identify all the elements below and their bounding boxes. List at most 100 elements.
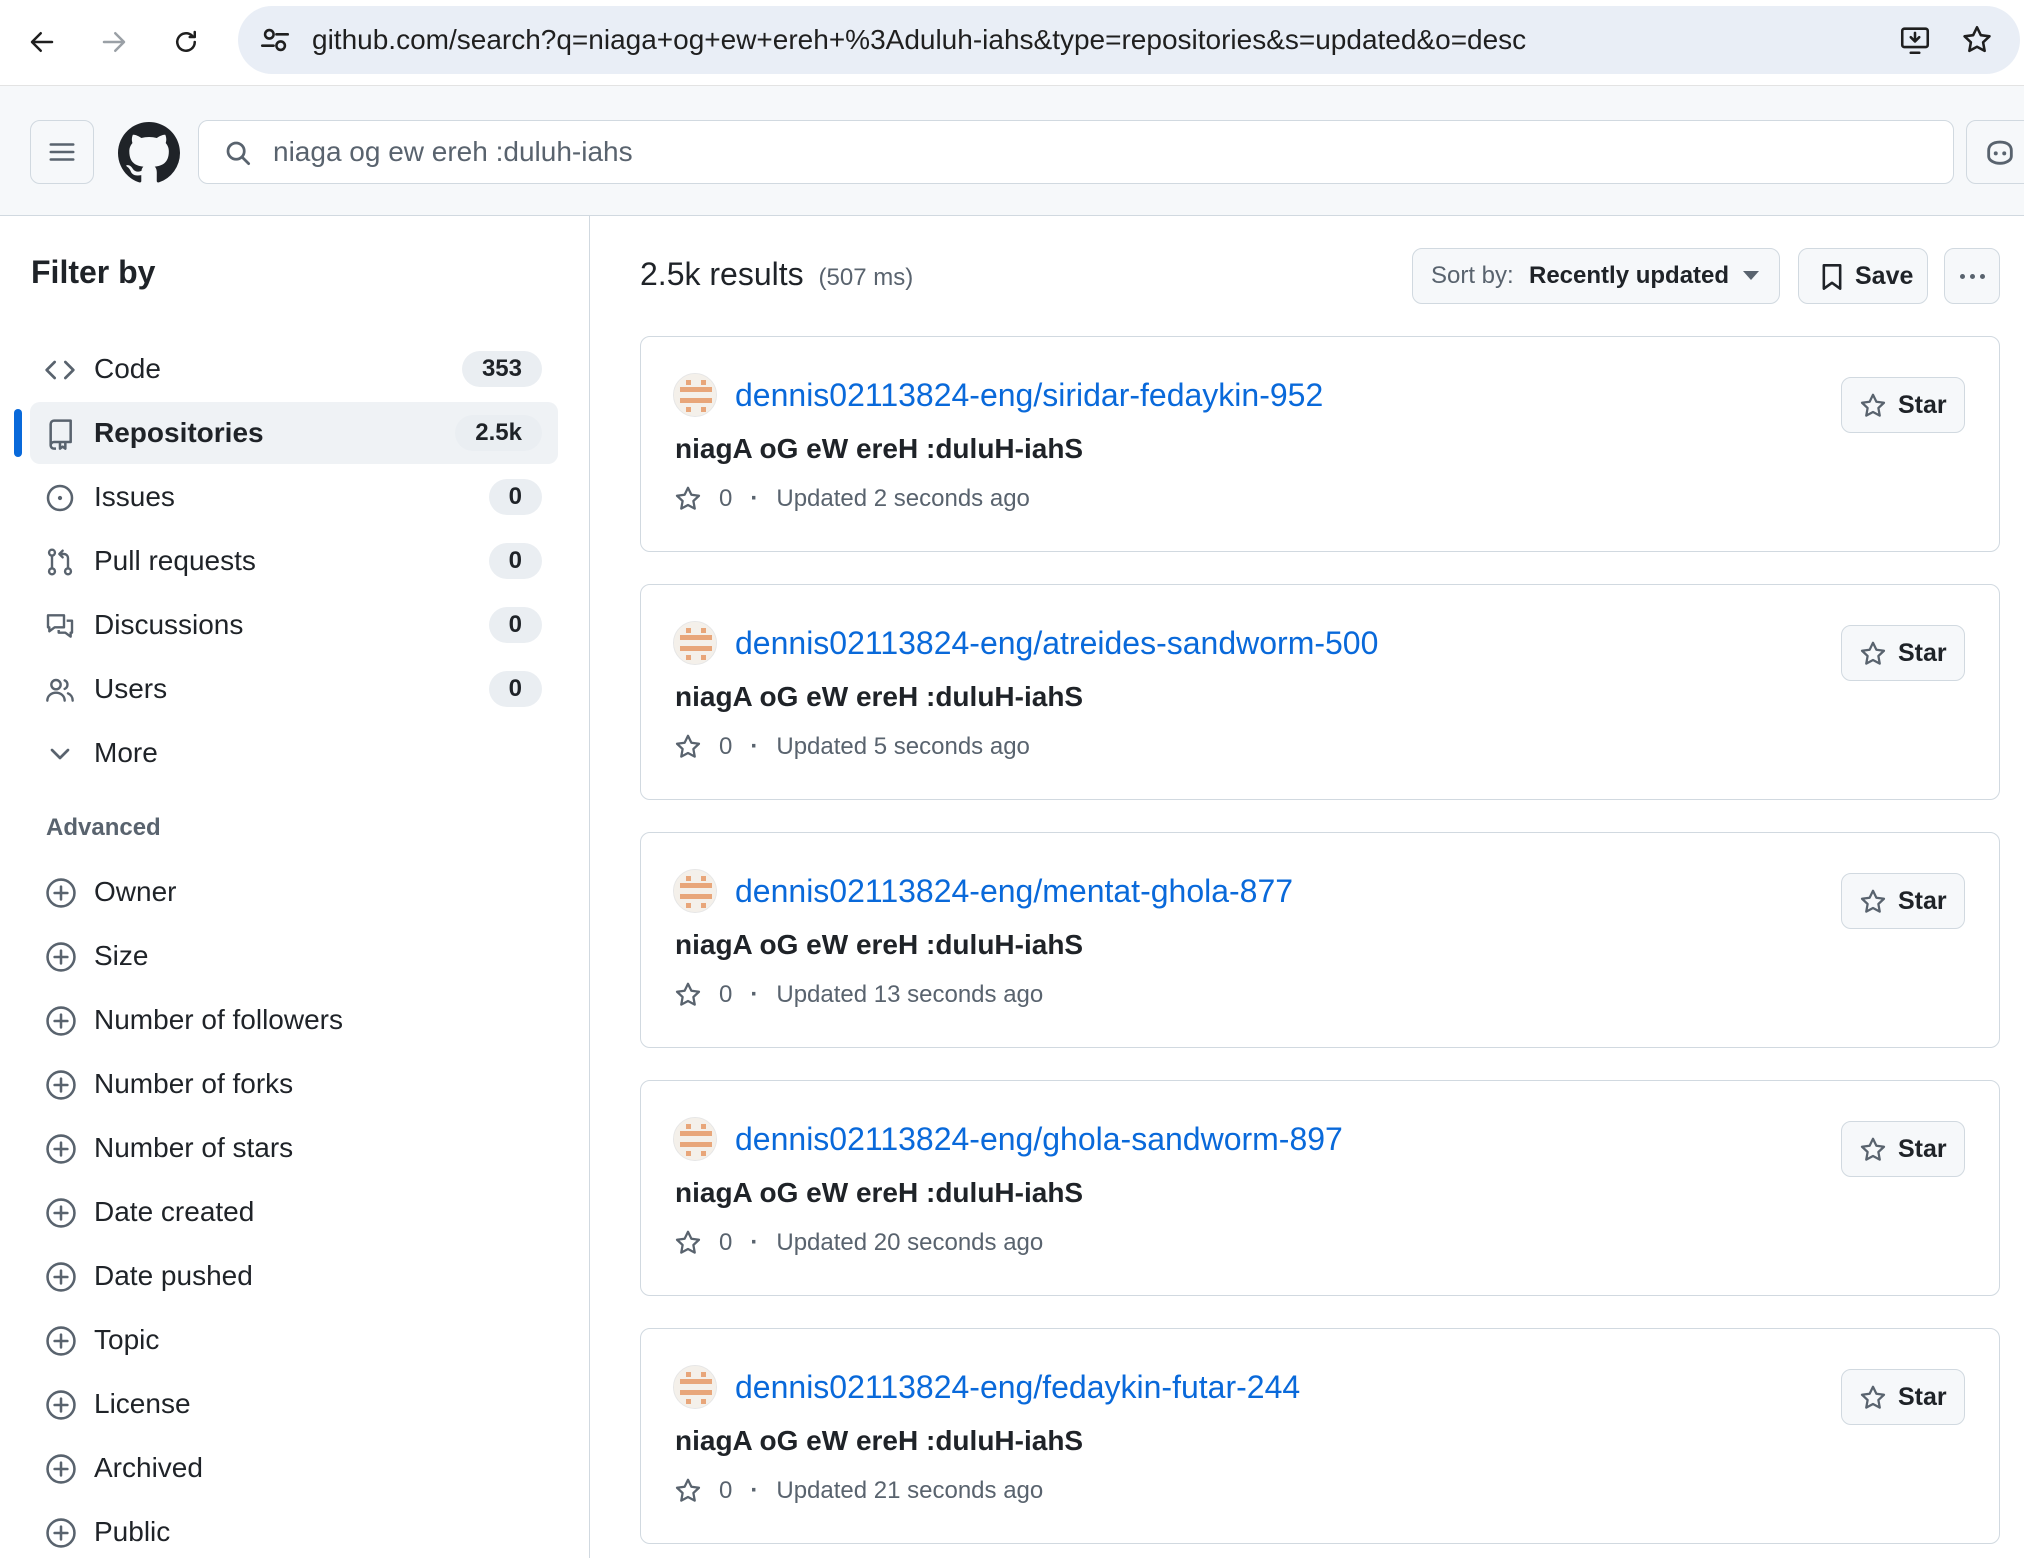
sort-value: Recently updated — [1529, 262, 1730, 289]
advanced-filter-owner[interactable]: Owner — [30, 864, 558, 920]
identicon-icon — [674, 622, 716, 664]
star-button[interactable]: Star — [1841, 1121, 1965, 1177]
search-query[interactable]: niaga og ew ereh :duluh-iahs — [273, 121, 633, 183]
save-search-button[interactable]: Save — [1798, 248, 1928, 304]
save-label: Save — [1855, 262, 1914, 290]
search-icon — [226, 141, 250, 165]
sidebar-item-users[interactable]: Users 0 — [30, 658, 558, 720]
avatar[interactable] — [673, 621, 717, 665]
copilot-icon — [1987, 140, 2013, 165]
copilot-button[interactable] — [1966, 120, 2024, 184]
advanced-filter-date-pushed[interactable]: Date pushed — [30, 1248, 558, 1304]
advanced-filter-public[interactable]: Public — [30, 1504, 558, 1558]
sort-prefix: Sort by: — [1431, 262, 1514, 289]
site-info-icon[interactable] — [258, 23, 292, 57]
caret-down-icon — [1743, 271, 1759, 280]
advanced-filter-label: Topic — [94, 1324, 160, 1355]
repo-link[interactable]: dennis02113824-eng/siridar-fedaykin-952 — [735, 373, 1323, 417]
avatar[interactable] — [673, 1117, 717, 1161]
star-icon[interactable] — [673, 1476, 703, 1506]
address-url[interactable]: github.com/search?q=niaga+og+ew+ereh+%3A… — [312, 6, 1526, 74]
advanced-filter-stars[interactable]: Number of stars — [30, 1120, 558, 1176]
advanced-filter-license[interactable]: License — [30, 1376, 558, 1432]
advanced-filter-followers[interactable]: Number of followers — [30, 992, 558, 1048]
star-icon[interactable] — [673, 980, 703, 1010]
plus-circle-icon — [46, 878, 76, 908]
repo-meta: 0 · Updated 2 seconds ago — [673, 479, 1030, 519]
people-icon — [46, 678, 74, 702]
advanced-filter-topic[interactable]: Topic — [30, 1312, 558, 1368]
sidebar-item-count: 0 — [488, 671, 542, 707]
code-icon — [45, 360, 75, 380]
github-logo-icon[interactable] — [118, 122, 180, 184]
star-icon[interactable] — [673, 732, 703, 762]
kebab-dot — [1979, 273, 1985, 279]
arrow-right-icon — [102, 32, 126, 52]
star-icon[interactable] — [673, 1228, 703, 1258]
avatar[interactable] — [673, 1365, 717, 1409]
star-count[interactable]: 0 — [719, 485, 732, 513]
star-icon[interactable] — [673, 484, 703, 514]
star-icon — [1860, 641, 1886, 665]
repo-meta: 0 · Updated 21 seconds ago — [673, 1471, 1043, 1511]
sidebar-item-count: 0 — [488, 543, 542, 579]
repo-link[interactable]: dennis02113824-eng/atreides-sandworm-500 — [735, 621, 1378, 665]
sidebar-item-label: Issues — [94, 481, 175, 512]
star-button[interactable]: Star — [1841, 873, 1965, 929]
sidebar-item-count: 353 — [461, 351, 542, 387]
address-bar[interactable]: github.com/search?q=niaga+og+ew+ereh+%3A… — [238, 6, 2020, 74]
advanced-filter-date-created[interactable]: Date created — [30, 1184, 558, 1240]
sidebar-item-issues[interactable]: Issues 0 — [30, 466, 558, 528]
menu-button[interactable] — [30, 120, 94, 184]
star-button[interactable]: Star — [1841, 377, 1965, 433]
sort-dropdown[interactable]: Sort by: Recently updated — [1412, 248, 1780, 304]
advanced-filter-label: Archived — [94, 1452, 203, 1483]
more-options-button[interactable] — [1944, 248, 2000, 304]
plus-circle-icon — [46, 1006, 76, 1036]
result-card: dennis02113824-eng/siridar-fedaykin-952 … — [640, 336, 2000, 552]
star-label: Star — [1898, 887, 1947, 915]
star-label: Star — [1898, 391, 1947, 419]
pull-request-icon — [47, 548, 73, 576]
repo-link[interactable]: dennis02113824-eng/fedaykin-futar-244 — [735, 1365, 1300, 1409]
search-input[interactable]: niaga og ew ereh :duluh-iahs — [198, 120, 1954, 184]
active-indicator — [14, 409, 22, 457]
advanced-filter-forks[interactable]: Number of forks — [30, 1056, 558, 1112]
identicon-icon — [674, 1118, 716, 1160]
repo-meta: 0 · Updated 13 seconds ago — [673, 975, 1043, 1015]
repo-link[interactable]: dennis02113824-eng/mentat-ghola-877 — [735, 869, 1293, 913]
avatar[interactable] — [673, 869, 717, 913]
sidebar-item-repositories[interactable]: Repositories 2.5k — [30, 402, 558, 464]
plus-circle-icon — [46, 1518, 76, 1548]
star-button[interactable]: Star — [1841, 625, 1965, 681]
avatar[interactable] — [673, 373, 717, 417]
reload-button[interactable] — [162, 18, 210, 66]
advanced-filter-archived[interactable]: Archived — [30, 1440, 558, 1496]
chevron-down-icon — [50, 748, 70, 760]
sidebar-item-code[interactable]: Code 353 — [30, 338, 558, 400]
sidebar-item-more[interactable]: More — [30, 722, 558, 784]
repo-description: niagA oG eW ereH :duluH-iahS — [675, 1425, 1084, 1456]
plus-circle-icon — [46, 1198, 76, 1228]
sidebar-item-discussions[interactable]: Discussions 0 — [30, 594, 558, 656]
repo-description: niagA oG eW ereH :duluH-iahS — [675, 1177, 1084, 1208]
forward-button[interactable] — [90, 18, 138, 66]
plus-circle-icon — [46, 1070, 76, 1100]
advanced-filter-size[interactable]: Size — [30, 928, 558, 984]
result-card: dennis02113824-eng/ghola-sandworm-897 ni… — [640, 1080, 2000, 1296]
star-button[interactable]: Star — [1841, 1369, 1965, 1425]
star-count[interactable]: 0 — [719, 981, 732, 1009]
advanced-filter-label: Public — [94, 1516, 171, 1547]
star-count[interactable]: 0 — [719, 1229, 732, 1257]
star-count[interactable]: 0 — [719, 1477, 732, 1505]
star-count[interactable]: 0 — [719, 733, 732, 761]
separator-dot: · — [750, 485, 759, 512]
filter-title: Filter by — [31, 254, 156, 290]
bookmark-star-icon[interactable] — [1960, 23, 1994, 57]
back-button[interactable] — [18, 18, 66, 66]
repo-link[interactable]: dennis02113824-eng/ghola-sandworm-897 — [735, 1117, 1343, 1161]
sidebar-item-count: 2.5k — [455, 415, 542, 451]
identicon-icon — [674, 374, 716, 416]
install-app-icon[interactable] — [1898, 23, 1932, 57]
sidebar-item-pull-requests[interactable]: Pull requests 0 — [30, 530, 558, 592]
